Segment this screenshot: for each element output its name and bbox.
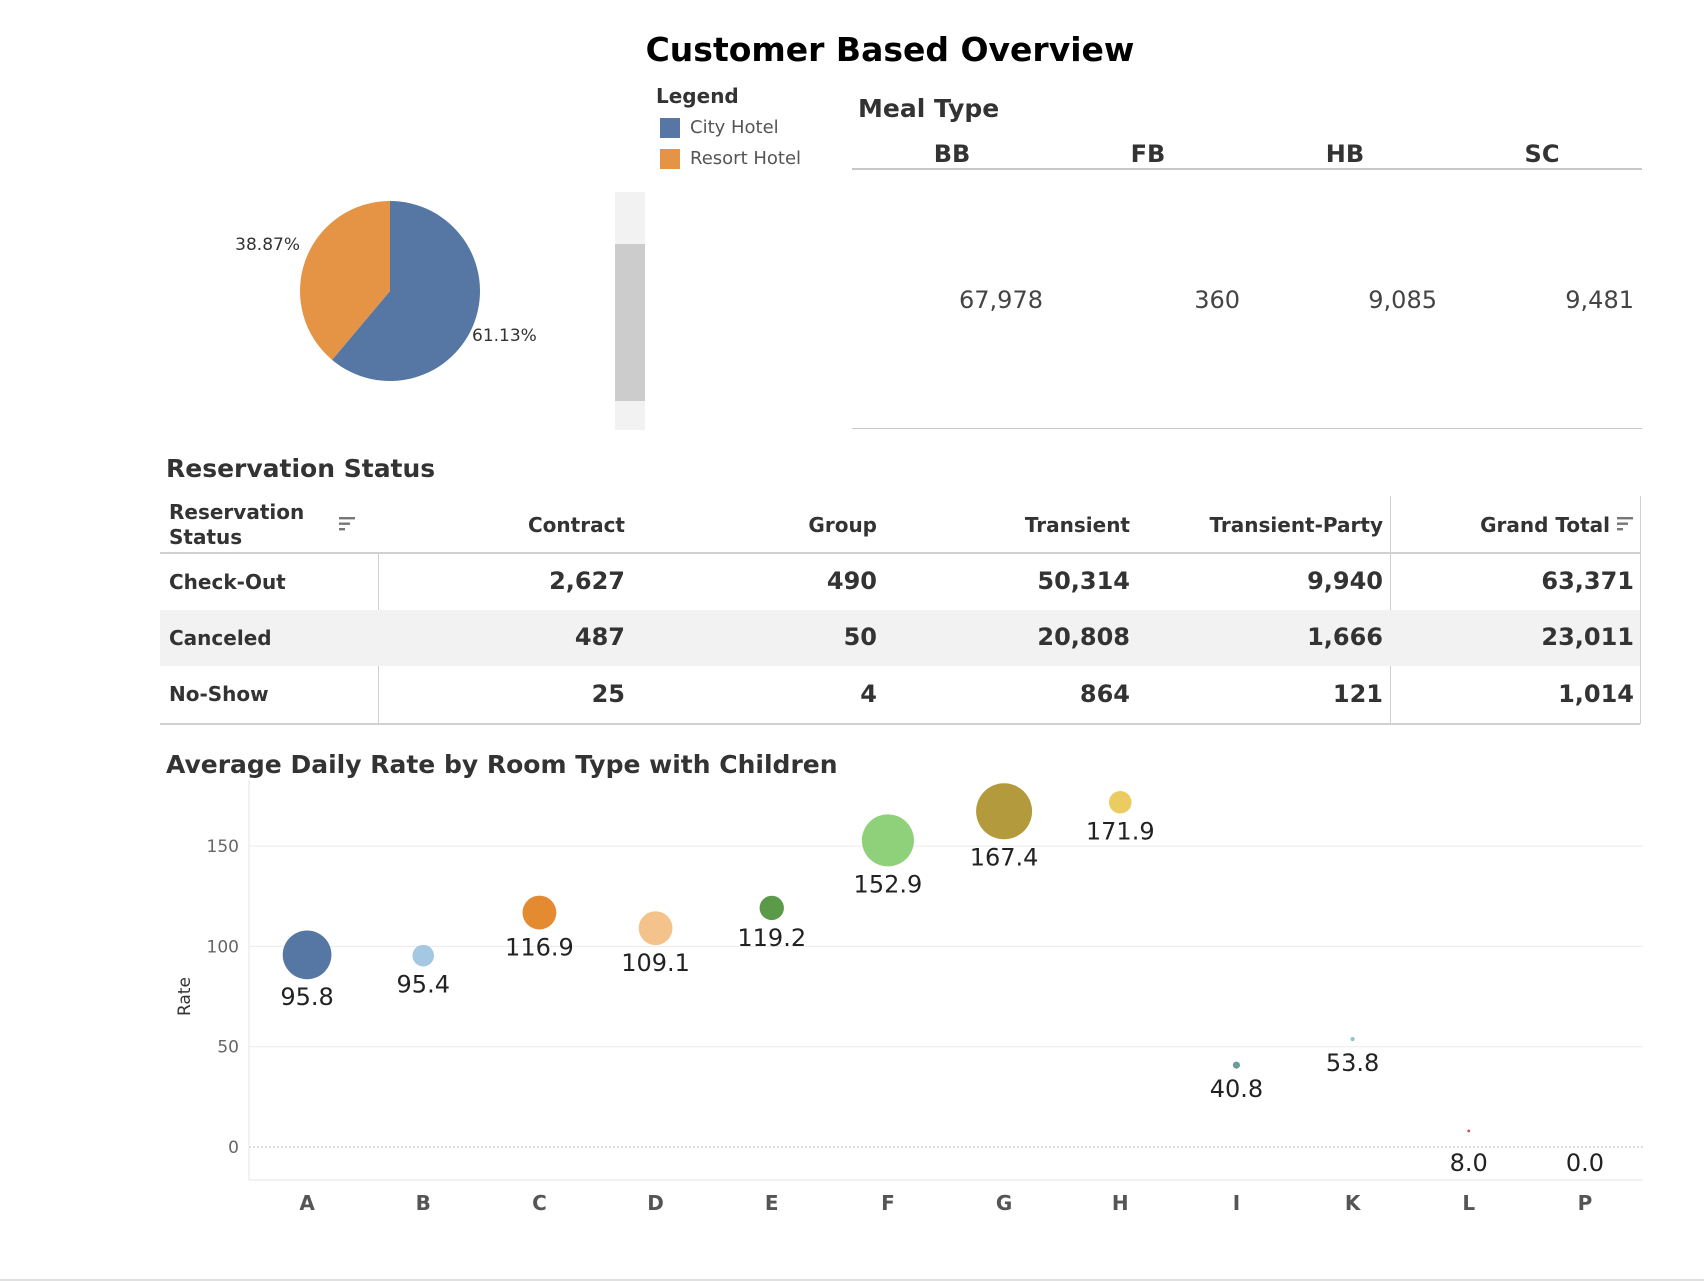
data-point-c[interactable] xyxy=(522,895,557,930)
cell: 1,666 xyxy=(1307,623,1383,651)
hotel-pie-chart: 61.13% 38.87% xyxy=(235,201,537,381)
legend-item-city-hotel[interactable]: City Hotel xyxy=(660,117,779,138)
data-point-a[interactable] xyxy=(282,930,332,980)
data-label: 0.0 xyxy=(1566,1149,1604,1177)
data-label: 109.1 xyxy=(621,949,690,977)
meal-value-sc: 9,481 xyxy=(1565,286,1634,314)
y-tick-label: 150 xyxy=(207,837,239,857)
x-tick-label: E xyxy=(765,1191,779,1215)
data-label: 171.9 xyxy=(1086,818,1155,846)
data-point-e[interactable] xyxy=(759,895,784,921)
data-label: 119.2 xyxy=(737,924,806,952)
x-tick-label: A xyxy=(299,1191,315,1215)
x-tick-label: I xyxy=(1233,1191,1240,1215)
legend-title: Legend xyxy=(656,84,739,108)
cell: 50 xyxy=(843,623,877,651)
x-tick-label: P xyxy=(1578,1191,1593,1215)
x-tick-label: H xyxy=(1112,1191,1129,1215)
cell: 4 xyxy=(860,680,877,708)
data-point-k[interactable] xyxy=(1350,1037,1355,1042)
cell: 2,627 xyxy=(549,567,625,595)
data-label: 167.4 xyxy=(970,843,1039,871)
meal-value-hb: 9,085 xyxy=(1368,286,1437,314)
data-label: 152.9 xyxy=(854,870,923,898)
y-axis-label: Rate xyxy=(175,977,195,1016)
meal-bottom-rule xyxy=(852,428,1642,429)
y-tick-label: 100 xyxy=(207,937,239,957)
legend-swatch-resort-hotel xyxy=(660,148,680,169)
x-tick-label: K xyxy=(1345,1191,1362,1215)
res-col-transient-party: Transient-Party xyxy=(1209,513,1383,537)
page-title: Customer Based Overview xyxy=(645,30,1135,69)
sort-icon[interactable] xyxy=(338,516,356,532)
x-tick-label: L xyxy=(1462,1191,1475,1215)
data-label: 8.0 xyxy=(1450,1149,1488,1177)
data-label: 95.4 xyxy=(397,970,450,998)
res-col-transient: Transient xyxy=(1024,513,1130,537)
x-tick-label: C xyxy=(532,1191,547,1215)
cell: 864 xyxy=(1079,680,1130,708)
res-col-contract: Contract xyxy=(528,513,625,537)
x-tick-label: D xyxy=(647,1191,664,1215)
table-bottom-rule xyxy=(160,723,1640,725)
pie-label-city-hotel: 61.13% xyxy=(472,326,537,346)
legend-label: Resort Hotel xyxy=(690,148,802,169)
x-tick-label: G xyxy=(996,1191,1012,1215)
data-label: 53.8 xyxy=(1326,1049,1379,1077)
y-tick-label: 0 xyxy=(228,1138,239,1158)
res-col-group: Group xyxy=(808,513,877,537)
reservation-corner-label: Reservation Status xyxy=(169,500,305,549)
data-label: 116.9 xyxy=(505,933,574,961)
meal-col-fb: FB xyxy=(1130,140,1166,168)
meal-value-bb: 67,978 xyxy=(959,286,1043,314)
rate-chart-title: Average Daily Rate by Room Type with Chi… xyxy=(166,750,838,779)
res-col-grand-total: Grand Total xyxy=(1480,513,1610,537)
cell: 63,371 xyxy=(1541,567,1634,595)
y-tick-label: 50 xyxy=(217,1038,239,1058)
pie-label-resort-hotel: 38.87% xyxy=(235,235,300,255)
cell: 1,014 xyxy=(1558,680,1634,708)
table-header-rule xyxy=(160,552,1640,554)
cell: 487 xyxy=(574,623,625,651)
meal-col-hb: HB xyxy=(1325,140,1365,168)
rate-scatter-chart: 0 50 100 150 Rate 95.8 A 95.4 B 116.9 C 109.1 D 119.2… xyxy=(175,780,1643,1215)
cell: 490 xyxy=(826,567,877,595)
reservation-status-title: Reservation Status xyxy=(166,454,436,483)
cell: 25 xyxy=(591,680,625,708)
table-right-border xyxy=(1640,496,1641,724)
row-label-check-out: Check-Out xyxy=(169,570,286,594)
data-point-d[interactable] xyxy=(638,911,673,946)
cell: 121 xyxy=(1332,680,1383,708)
scrollbar-thumb[interactable] xyxy=(615,244,645,401)
data-point-h[interactable] xyxy=(1108,790,1132,814)
data-point-l[interactable] xyxy=(1467,1129,1471,1133)
meal-col-bb: BB xyxy=(933,140,971,168)
meal-value-fb: 360 xyxy=(1194,286,1240,314)
legend-item-resort-hotel[interactable]: Resort Hotel xyxy=(660,148,801,169)
data-point-f[interactable] xyxy=(861,814,914,867)
legend-label: City Hotel xyxy=(690,117,779,138)
data-label: 40.8 xyxy=(1210,1075,1263,1103)
row-label-no-show: No-Show xyxy=(169,682,269,706)
data-point-g[interactable] xyxy=(976,783,1033,840)
data-label: 95.8 xyxy=(280,983,333,1011)
cell: 20,808 xyxy=(1037,623,1130,651)
cell: 9,940 xyxy=(1307,567,1383,595)
meal-type-title: Meal Type xyxy=(858,94,1000,123)
cell: 23,011 xyxy=(1541,623,1634,651)
meal-header-rule xyxy=(852,168,1642,170)
data-point-b[interactable] xyxy=(412,944,435,967)
sort-icon[interactable] xyxy=(1616,516,1634,532)
x-tick-label: F xyxy=(881,1191,895,1215)
cell: 50,314 xyxy=(1037,567,1130,595)
meal-col-sc: SC xyxy=(1524,140,1560,168)
x-tick-label: B xyxy=(416,1191,431,1215)
data-point-i[interactable] xyxy=(1232,1061,1240,1069)
legend-swatch-city-hotel xyxy=(660,117,680,138)
row-label-canceled: Canceled xyxy=(169,626,272,650)
